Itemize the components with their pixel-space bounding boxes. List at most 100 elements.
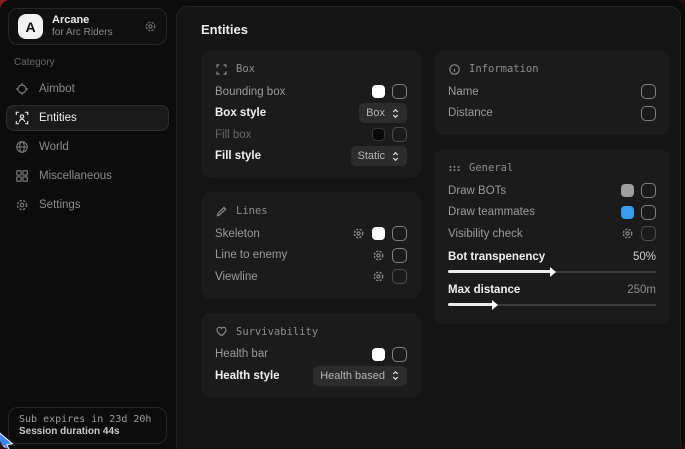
- sidebar-item-label: Aimbot: [39, 83, 75, 95]
- setting-label: Draw BOTs: [448, 185, 621, 197]
- setting-label: Box style: [215, 107, 359, 119]
- setting-label: Skeleton: [215, 228, 352, 240]
- checkbox[interactable]: [392, 226, 407, 241]
- setting-row-health-bar: Health bar: [215, 344, 407, 366]
- health-style-dropdown[interactable]: Health based: [313, 366, 407, 386]
- setting-row-draw-teammates: Draw teammates: [448, 202, 656, 224]
- gear-icon[interactable]: [372, 249, 385, 262]
- info-icon: [448, 63, 461, 76]
- sidebar-item-world[interactable]: World: [6, 134, 169, 160]
- logo-card: A Arcane for Arc Riders: [8, 8, 167, 45]
- color-swatch[interactable]: [372, 128, 385, 141]
- checkbox[interactable]: [392, 248, 407, 263]
- color-swatch[interactable]: [372, 348, 385, 361]
- color-swatch[interactable]: [621, 206, 634, 219]
- dropdown-value: Health based: [320, 370, 385, 382]
- gear-icon[interactable]: [144, 20, 157, 33]
- right-column: Information Name Distance: [434, 50, 670, 398]
- sidebar-item-label: Entities: [39, 112, 77, 124]
- app-logo: A: [18, 14, 43, 39]
- setting-label: Viewline: [215, 271, 372, 283]
- main-panel: Entities Box Bounding box: [176, 6, 681, 449]
- gear-icon[interactable]: [352, 227, 365, 240]
- slider-value: 50%: [633, 251, 656, 263]
- setting-row-line-to-enemy: Line to enemy: [215, 245, 407, 267]
- bot-transparency-slider[interactable]: [448, 268, 656, 276]
- checkbox[interactable]: [641, 183, 656, 198]
- dropdown-value: Box: [366, 107, 385, 119]
- checkbox[interactable]: [641, 106, 656, 121]
- survivability-section-header: Survivability: [215, 322, 407, 342]
- general-section: General Draw BOTs Draw teammates: [434, 149, 670, 324]
- checkbox[interactable]: [641, 84, 656, 99]
- sidebar-item-label: World: [39, 141, 69, 153]
- setting-label: Line to enemy: [215, 249, 372, 261]
- chevron-up-down-icon: [391, 108, 400, 119]
- slider-thumb[interactable]: [492, 300, 498, 310]
- sub-expiry-text: Sub expires in 23d 20h: [19, 414, 156, 425]
- survivability-section: Survivability Health bar Health style: [201, 313, 421, 398]
- setting-row-fill-style: Fill style Static: [215, 146, 407, 168]
- sidebar: A Arcane for Arc Riders Category: [0, 0, 175, 449]
- setting-row-visibility-check: Visibility check: [448, 223, 656, 245]
- sidebar-item-label: Miscellaneous: [39, 170, 112, 182]
- app-subtitle: for Arc Riders: [52, 27, 135, 39]
- checkbox[interactable]: [392, 84, 407, 99]
- gear-icon[interactable]: [621, 227, 634, 240]
- heart-icon: [215, 325, 228, 338]
- sidebar-item-aimbot[interactable]: Aimbot: [6, 76, 169, 102]
- setting-row-distance: Distance: [448, 103, 656, 125]
- globe-icon: [15, 140, 29, 154]
- sidebar-item-label: Settings: [39, 199, 81, 211]
- max-distance-group: Max distance 250m: [448, 280, 656, 309]
- slider-label: Max distance: [448, 284, 520, 296]
- setting-label: Health style: [215, 370, 313, 382]
- slider-thumb[interactable]: [550, 267, 556, 277]
- checkbox[interactable]: [392, 127, 407, 142]
- setting-row-bounding-box: Bounding box: [215, 81, 407, 103]
- fill-style-dropdown[interactable]: Static: [351, 146, 408, 166]
- section-title: Box: [236, 63, 255, 75]
- color-swatch[interactable]: [372, 85, 385, 98]
- setting-label: Health bar: [215, 348, 372, 360]
- left-column: Box Bounding box Box style Box: [201, 50, 421, 398]
- setting-label: Visibility check: [448, 228, 621, 240]
- box-style-dropdown[interactable]: Box: [359, 103, 407, 123]
- grid-icon: [15, 169, 29, 183]
- box-section: Box Bounding box Box style Box: [201, 50, 421, 178]
- app-window: A Arcane for Arc Riders Category: [0, 0, 685, 449]
- color-swatch[interactable]: [621, 184, 634, 197]
- setting-row-fill-box: Fill box: [215, 124, 407, 146]
- lines-section-header: Lines: [215, 201, 407, 221]
- checkbox[interactable]: [392, 269, 407, 284]
- session-duration-text: Session duration 44s: [19, 426, 156, 437]
- setting-row-draw-bots: Draw BOTs: [448, 180, 656, 202]
- logo-text: Arcane for Arc Riders: [52, 14, 135, 38]
- section-title: Survivability: [236, 326, 318, 338]
- sidebar-nav: Aimbot Entities World: [0, 76, 175, 218]
- setting-label: Bounding box: [215, 86, 372, 98]
- bot-transparency-group: Bot transpenency 50%: [448, 247, 656, 276]
- gear-icon[interactable]: [372, 270, 385, 283]
- checkbox[interactable]: [641, 226, 656, 241]
- setting-label: Fill style: [215, 150, 351, 162]
- sidebar-item-miscellaneous[interactable]: Miscellaneous: [6, 163, 169, 189]
- section-title: Lines: [236, 205, 268, 217]
- page-title: Entities: [201, 22, 670, 37]
- slider-fill: [448, 303, 494, 306]
- setting-row-box-style: Box style Box: [215, 103, 407, 125]
- setting-row-skeleton: Skeleton: [215, 223, 407, 245]
- box-section-header: Box: [215, 59, 407, 79]
- dots-grid-icon: [448, 162, 461, 175]
- checkbox[interactable]: [641, 205, 656, 220]
- subscription-card: Sub expires in 23d 20h Session duration …: [8, 407, 167, 444]
- color-swatch[interactable]: [372, 227, 385, 240]
- gear-icon: [15, 198, 29, 212]
- sidebar-item-settings[interactable]: Settings: [6, 192, 169, 218]
- setting-row-name: Name: [448, 81, 656, 103]
- max-distance-slider[interactable]: [448, 301, 656, 309]
- chevron-up-down-icon: [391, 370, 400, 381]
- setting-label: Distance: [448, 107, 641, 119]
- sidebar-item-entities[interactable]: Entities: [6, 105, 169, 131]
- checkbox[interactable]: [392, 347, 407, 362]
